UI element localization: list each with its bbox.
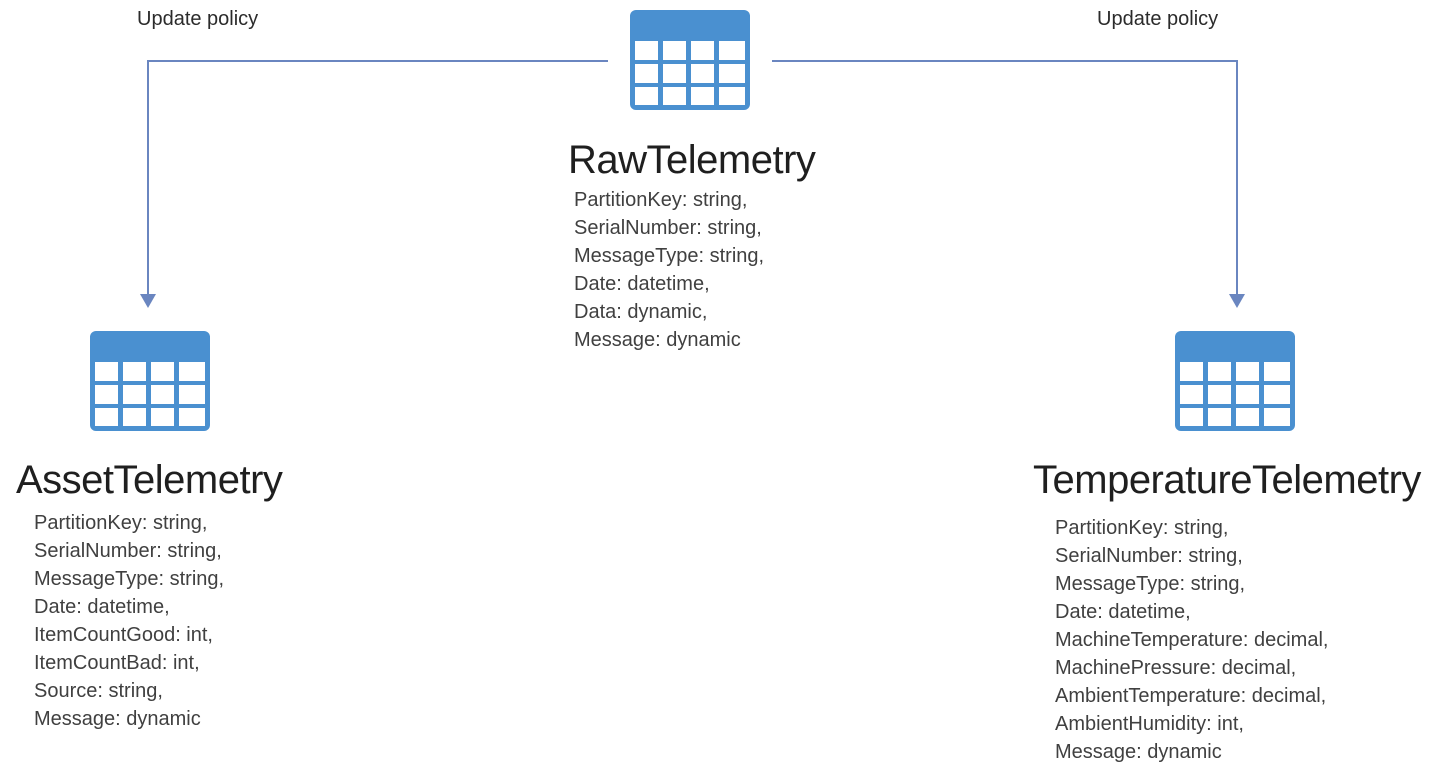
field-item: MachinePressure: decimal, — [1055, 657, 1297, 679]
field-item: Data: dynamic, — [574, 301, 708, 323]
update-policy-connector-left — [140, 60, 608, 308]
field-item: ItemCountBad: int, — [34, 652, 200, 674]
field-item: SerialNumber: string, — [34, 540, 222, 562]
field-item: ItemCountGood: int, — [34, 624, 213, 646]
field-item: PartitionKey: string, — [34, 512, 208, 534]
field-item: PartitionKey: string, — [1055, 517, 1229, 539]
field-item: SerialNumber: string, — [574, 217, 762, 239]
field-item: MachineTemperature: decimal, — [1055, 629, 1329, 651]
raw-telemetry-title: RawTelemetry — [568, 138, 816, 182]
asset-telemetry-fields: PartitionKey: string, SerialNumber: stri… — [34, 509, 224, 733]
field-item: Message: dynamic — [574, 329, 741, 351]
table-icon — [630, 10, 750, 110]
field-item: SerialNumber: string, — [1055, 545, 1243, 567]
field-item: MessageType: string, — [34, 568, 225, 590]
raw-telemetry-fields: PartitionKey: string, SerialNumber: stri… — [574, 186, 764, 354]
field-item: MessageType: string, — [1055, 573, 1246, 595]
arrow-down-icon — [1229, 294, 1245, 308]
asset-telemetry-title: AssetTelemetry — [16, 458, 283, 502]
update-policy-label-right: Update policy — [1097, 8, 1219, 30]
field-item: PartitionKey: string, — [574, 189, 748, 211]
field-item: Message: dynamic — [34, 708, 201, 730]
field-item: AmbientTemperature: decimal, — [1055, 685, 1327, 707]
temperature-telemetry-fields: PartitionKey: string, SerialNumber: stri… — [1055, 514, 1328, 766]
table-icon — [1175, 331, 1295, 431]
update-policy-label-left: Update policy — [137, 8, 259, 30]
field-item: Date: datetime, — [34, 596, 170, 618]
update-policy-connector-right — [772, 60, 1245, 308]
table-icon — [90, 331, 210, 431]
field-item: AmbientHumidity: int, — [1055, 713, 1244, 735]
field-item: MessageType: string, — [574, 245, 765, 267]
arrow-down-icon — [140, 294, 156, 308]
temperature-telemetry-title: TemperatureTelemetry — [1033, 458, 1421, 502]
field-item: Date: datetime, — [1055, 601, 1191, 623]
field-item: Message: dynamic — [1055, 741, 1222, 763]
field-item: Source: string, — [34, 680, 163, 702]
field-item: Date: datetime, — [574, 273, 710, 295]
